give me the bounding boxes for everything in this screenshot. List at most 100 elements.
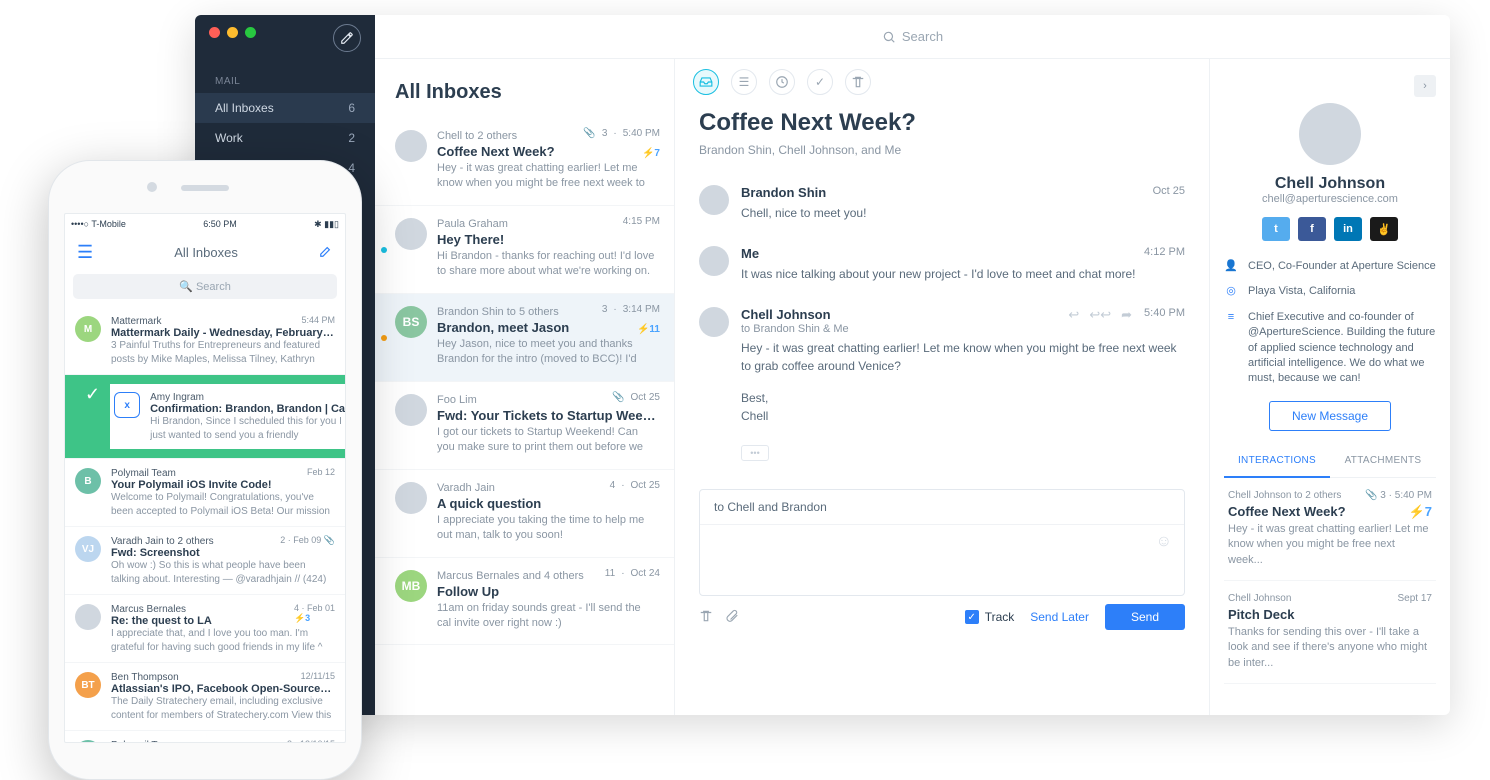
message-preview: I appreciate you taking the time to help… [437, 513, 656, 543]
thread-message[interactable]: Chell Johnson to Brandon Shin & Me ↩ ↩↩ … [675, 295, 1209, 437]
message-count: 3 [602, 304, 608, 315]
tab-interactions[interactable]: INTERACTIONS [1224, 445, 1330, 478]
location-icon: ◎ [1224, 284, 1238, 299]
message-item[interactable]: BS Brandon Shin to 5 others Brandon, mee… [375, 294, 674, 382]
new-message-button[interactable]: New Message [1269, 401, 1391, 431]
reply-icon[interactable]: ↩ [1068, 307, 1079, 323]
interaction-subject: Pitch Deck [1228, 607, 1432, 622]
search-icon: 🔍 [179, 281, 193, 293]
interaction-item[interactable]: Chell Johnson to 2 others 3 · 5:40 PM Co… [1224, 478, 1436, 581]
checkbox-checked-icon: ✓ [965, 610, 979, 624]
statusbar-time: 6:50 PM [203, 219, 237, 229]
thread-msg-time: Oct 25 [1153, 185, 1185, 197]
trash-icon[interactable] [845, 69, 871, 95]
send-button[interactable]: Send [1105, 604, 1185, 630]
clock-icon[interactable] [769, 69, 795, 95]
thread-msg-time: 4:12 PM [1144, 246, 1185, 258]
search-placeholder: Search [902, 29, 943, 44]
phone-message-item[interactable]: BT Ben Thompson Atlassian's IPO, Faceboo… [65, 663, 345, 731]
compose-button[interactable] [333, 24, 361, 52]
phone-msg-preview: The Daily Stratechery email, including e… [111, 695, 335, 721]
message-meta: Oct 25 [612, 392, 660, 403]
thread-message[interactable]: Brandon Shin Oct 25 Chell, nice to meet … [675, 173, 1209, 234]
message-item[interactable]: MB Marcus Bernales and 4 others Follow U… [375, 558, 674, 646]
avatar [699, 185, 729, 215]
thread-title: Coffee Next Week? [675, 105, 1209, 143]
phone-msg-time: 2 · Feb 09 📎 [280, 535, 335, 546]
message-count: 4 [610, 480, 616, 491]
inbox-icon[interactable] [693, 69, 719, 95]
avatar: B [75, 740, 101, 743]
phone-message-item[interactable]: M Mattermark Mattermark Daily - Wednesda… [65, 307, 345, 375]
thread-msg-time: 5:40 PM [1144, 307, 1185, 319]
phone-message-item[interactable]: B Polymail Team Your Polymail iOS Invite… [65, 459, 345, 527]
facebook-icon[interactable]: f [1298, 217, 1326, 241]
interaction-item[interactable]: Chell Johnson Sept 17 Pitch Deck Thanks … [1224, 581, 1436, 684]
bolt-icon: ⚡7 [642, 148, 660, 159]
sidebar-item-work[interactable]: Work 2 [195, 123, 375, 153]
contact-name: Chell Johnson [1224, 175, 1436, 193]
chevron-right-icon[interactable]: › [1414, 75, 1436, 97]
linkedin-icon[interactable]: in [1334, 217, 1362, 241]
avatar: M [75, 316, 101, 342]
phone-msg-preview: I appreciate that, and I love you too ma… [111, 627, 335, 653]
thread-msg-to: to Brandon Shin & Me [741, 323, 1056, 335]
phone-msg-time: 5:44 PM [301, 315, 335, 325]
menu-icon[interactable]: ☰ [77, 242, 93, 263]
avatar [395, 482, 427, 514]
phone-search[interactable]: 🔍 Search [73, 274, 337, 299]
compose-textarea[interactable]: ☺ [700, 525, 1184, 595]
avatar: MB [395, 570, 427, 602]
message-preview: Hey Jason, nice to meet you and thanks B… [437, 337, 656, 367]
track-label: Track [985, 610, 1015, 624]
carrier-label: ••••○ T-Mobile [71, 219, 126, 229]
expand-quoted-icon[interactable]: ••• [741, 445, 769, 461]
message-time: 5:40 PM [623, 128, 660, 139]
phone-message-item[interactable]: Marcus Bernales Re: the quest to LA I ap… [65, 595, 345, 663]
delete-draft-icon[interactable] [699, 609, 713, 626]
phone-msg-preview: Hi Brandon, Since I scheduled this for y… [150, 415, 345, 441]
emoji-icon[interactable]: ☺ [1156, 533, 1172, 551]
message-item[interactable]: Chell to 2 others Coffee Next Week? Hey … [375, 118, 674, 206]
sidebar-item-all-inboxes[interactable]: All Inboxes 6 [195, 93, 375, 123]
compose-to[interactable]: to Chell and Brandon [700, 490, 1184, 525]
message-subject: Hey There! [437, 232, 656, 247]
send-later-button[interactable]: Send Later [1030, 610, 1089, 624]
attach-icon[interactable] [725, 609, 739, 626]
avatar [699, 307, 729, 337]
phone-msg-subject: Fwd: Screenshot [111, 547, 335, 559]
minimize-window-icon[interactable] [227, 27, 238, 38]
message-item[interactable]: Varadh Jain A quick question I appreciat… [375, 470, 674, 558]
twitter-icon[interactable]: t [1262, 217, 1290, 241]
list-icon[interactable]: ☰ [731, 69, 757, 95]
phone-msg-from: Amy Ingram [150, 392, 345, 403]
phone-msg-from: Polymail Team [111, 468, 335, 479]
avatar: x [114, 392, 140, 418]
phone-msg-time: Feb 12 [307, 467, 335, 477]
message-time: 4:15 PM [623, 216, 660, 227]
forward-icon[interactable]: ➦ [1121, 307, 1132, 323]
phone-message-item[interactable]: B Polymail Team 📮 Polymail is on Product… [65, 731, 345, 743]
reply-all-icon[interactable]: ↩↩ [1089, 307, 1111, 323]
avatar [395, 130, 427, 162]
message-subject: Follow Up [437, 584, 656, 599]
search-bar[interactable]: Search [375, 15, 1450, 59]
maximize-window-icon[interactable] [245, 27, 256, 38]
thread-message[interactable]: Me 4:12 PM It was nice talking about you… [675, 234, 1209, 295]
sidebar-item-label: Work [215, 131, 243, 145]
check-icon[interactable]: ✓ [807, 69, 833, 95]
phone-msg-time: 12/11/15 [301, 671, 335, 681]
battery-icon: ✱ ▮▮▯ [314, 219, 339, 230]
phone-message-item[interactable]: ✓x Amy Ingram Confirmation: Brandon, Bra… [65, 375, 345, 459]
contact-bio: Chief Executive and co-founder of @Apert… [1248, 310, 1436, 387]
compose-icon[interactable] [319, 244, 333, 261]
phone-message-item[interactable]: VJ Varadh Jain to 2 others Fwd: Screensh… [65, 527, 345, 595]
tab-attachments[interactable]: ATTACHMENTS [1330, 445, 1436, 478]
track-toggle[interactable]: ✓ Track [965, 610, 1015, 624]
interaction-preview: Thanks for sending this over - I'll take… [1228, 625, 1432, 671]
phone-msg-subject: Atlassian's IPO, Facebook Open-Sources M… [111, 683, 335, 695]
message-item[interactable]: Foo Lim Fwd: Your Tickets to Startup Wee… [375, 382, 674, 470]
other-social-icon[interactable]: ✌ [1370, 217, 1398, 241]
message-item[interactable]: Paula Graham Hey There! Hi Brandon - tha… [375, 206, 674, 294]
close-window-icon[interactable] [209, 27, 220, 38]
